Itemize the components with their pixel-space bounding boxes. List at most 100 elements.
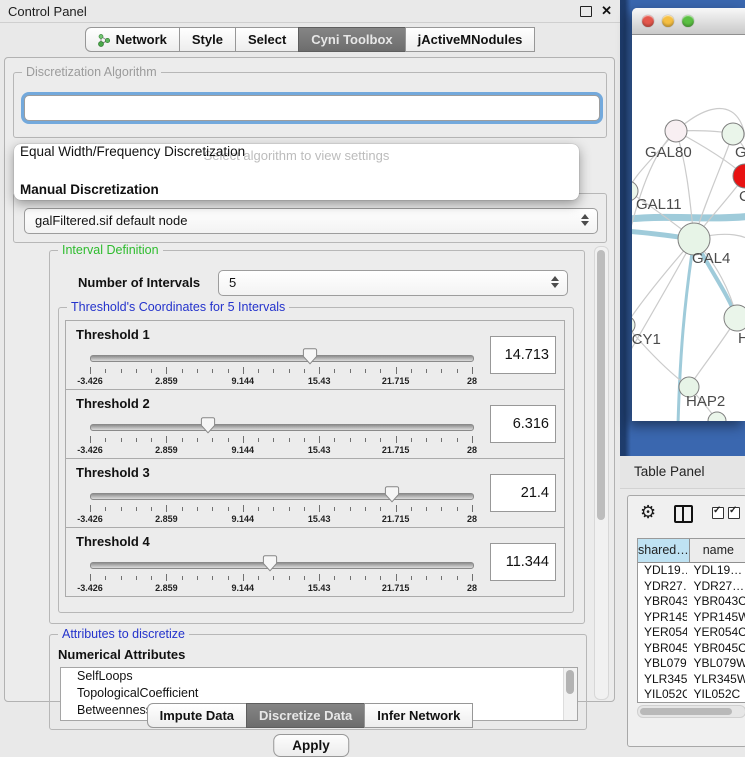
threshold-label: Threshold 3 xyxy=(76,465,150,480)
slider-tick-labels: -3.4262.8599.14415.4321.71528 xyxy=(90,583,472,594)
slider-thumb[interactable] xyxy=(262,555,277,572)
table-row[interactable]: YER054C YER054C xyxy=(638,625,745,641)
float-window-icon[interactable] xyxy=(580,6,592,17)
node-label: GCY1 xyxy=(632,331,661,348)
table-cell: YER054C xyxy=(638,625,687,641)
column-header-shared[interactable]: shared… xyxy=(638,539,690,562)
apply-button[interactable]: Apply xyxy=(273,734,349,757)
top-tab-label: Style xyxy=(192,32,223,47)
bottom-tab[interactable]: Infer Network xyxy=(364,703,473,728)
table-cell: YDL19… xyxy=(638,563,687,579)
table-data-group: Table Data galFiltered.sif default node xyxy=(13,193,607,243)
attribute-item[interactable]: SelfLoops xyxy=(61,668,577,685)
slider-thumb[interactable] xyxy=(201,417,216,434)
network-node[interactable] xyxy=(708,412,726,421)
algorithm-group: Discretization Algorithm xyxy=(13,72,607,138)
slider-thumb[interactable] xyxy=(384,486,399,503)
network-edge xyxy=(694,134,733,239)
table-panel-bar: Table Panel xyxy=(620,456,745,489)
top-tab-label: Select xyxy=(248,32,286,47)
traffic-light-button[interactable] xyxy=(662,15,674,27)
table-row[interactable]: YPR145W YPR145W xyxy=(638,610,745,626)
threshold-value-field[interactable]: 21.4 xyxy=(490,474,556,512)
network-graph: GAL80GACGAL11GAL4GCY1HHAP2 xyxy=(632,35,745,421)
attributes-group-label: Attributes to discretize xyxy=(58,627,189,641)
close-icon[interactable]: ✕ xyxy=(601,3,612,19)
top-tab-label: Network xyxy=(116,32,167,47)
top-tab[interactable]: Network xyxy=(85,27,180,52)
bottom-tab[interactable]: Discretize Data xyxy=(246,703,365,728)
threshold-label: Threshold 2 xyxy=(76,396,150,411)
algorithm-option[interactable]: Equal Width/Frequency Discretization xyxy=(20,144,245,159)
threshold-value-field[interactable]: 6.316 xyxy=(490,405,556,443)
check-glyph: ✓ xyxy=(713,505,721,516)
slider-tick-labels: -3.4262.8599.14415.4321.71528 xyxy=(90,514,472,525)
table-cell: YBR045C xyxy=(687,641,745,657)
attribute-item[interactable]: TopologicalCoefficient xyxy=(61,685,577,702)
threshold-row: Threshold 1 -3.4262.8599.14415.4321.7152… xyxy=(65,320,565,390)
panel-title: Control Panel xyxy=(8,4,87,19)
table-row[interactable]: YLR345W YLR345W xyxy=(638,672,745,688)
traffic-light-button[interactable] xyxy=(682,15,694,27)
threshold-slider[interactable]: -3.4262.8599.14415.4321.71528 xyxy=(90,485,472,525)
num-intervals-combobox[interactable]: 5 xyxy=(218,270,568,296)
table-row[interactable]: YDR27… YDR27… xyxy=(638,579,745,595)
panel-scrollbar[interactable] xyxy=(594,246,609,700)
table-row[interactable]: YBR045C YBR045C xyxy=(638,641,745,657)
bottom-tab-label: Impute Data xyxy=(160,708,234,723)
combo-arrows-icon xyxy=(581,214,589,226)
top-tab[interactable]: Cyni Toolbox xyxy=(298,27,405,52)
traffic-light-button[interactable] xyxy=(642,15,654,27)
control-panel-titlebar: Control Panel ✕ xyxy=(0,0,620,23)
table-row[interactable]: YBR043C YBR043C xyxy=(638,594,745,610)
table-hscrollbar[interactable] xyxy=(637,705,745,718)
split-columns-icon[interactable] xyxy=(674,505,693,523)
top-tab[interactable]: Select xyxy=(235,27,299,52)
threshold-value-field[interactable]: 14.713 xyxy=(490,336,556,374)
num-intervals-label: Number of Intervals xyxy=(78,275,200,290)
table-data-combobox[interactable]: galFiltered.sif default node xyxy=(24,208,598,234)
threshold-slider[interactable]: -3.4262.8599.14415.4321.71528 xyxy=(90,554,472,594)
table-row[interactable]: YDL19… YDL19… xyxy=(638,563,745,579)
bottom-tab-label: Infer Network xyxy=(377,708,460,723)
table-row[interactable]: YIL052C YIL052C xyxy=(638,687,745,703)
top-tab[interactable]: jActiveMNodules xyxy=(405,27,536,52)
table-cell: YBR043C xyxy=(638,594,687,610)
table-row[interactable]: YBL079W YBL079W xyxy=(638,656,745,672)
table-cell: YDL19… xyxy=(687,563,745,579)
network-node[interactable] xyxy=(722,123,744,145)
threshold-value-field[interactable]: 11.344 xyxy=(490,543,556,581)
network-canvas[interactable]: GAL80GACGAL11GAL4GCY1HHAP2 xyxy=(632,35,745,421)
node-label: GAL4 xyxy=(692,250,730,267)
panel-scrollbar-thumb[interactable] xyxy=(597,250,605,520)
thresholds-group-label: Threshold's Coordinates for 5 Intervals xyxy=(67,300,289,314)
gear-icon[interactable]: ⚙ xyxy=(640,502,656,523)
table-cell: YER054C xyxy=(687,625,745,641)
list-scrollbar-thumb[interactable] xyxy=(566,670,574,694)
top-tab[interactable]: Style xyxy=(179,27,236,52)
column-header-name[interactable]: name xyxy=(690,539,745,562)
threshold-label: Threshold 4 xyxy=(76,534,150,549)
threshold-slider[interactable]: -3.4262.8599.14415.4321.71528 xyxy=(90,416,472,456)
checkbox-icon[interactable]: ✓ xyxy=(728,507,740,519)
network-window: GAL80GACGAL11GAL4GCY1HHAP2 xyxy=(632,8,745,421)
thresholds-group: Threshold's Coordinates for 5 Intervals … xyxy=(58,307,574,613)
checkbox-icon[interactable]: ✓ xyxy=(712,507,724,519)
network-edge xyxy=(632,216,745,220)
table-cell: YLR345W xyxy=(638,672,687,688)
table-hscrollbar-thumb[interactable] xyxy=(640,708,732,715)
network-icon xyxy=(98,33,111,47)
node-label: C xyxy=(739,188,745,205)
network-node[interactable] xyxy=(665,120,687,142)
bottom-tab[interactable]: Impute Data xyxy=(147,703,247,728)
table-cell: YBL079W xyxy=(638,656,687,672)
numerical-attributes-label: Numerical Attributes xyxy=(58,647,185,662)
interval-group-label: Interval Definition xyxy=(58,243,163,257)
node-label: GAL11 xyxy=(636,196,682,213)
algorithm-combobox[interactable] xyxy=(24,95,600,121)
slider-thumb[interactable] xyxy=(303,348,318,365)
threshold-slider[interactable]: -3.4262.8599.14415.4321.71528 xyxy=(90,347,472,387)
table-cell: YDR27… xyxy=(638,579,687,595)
network-node[interactable] xyxy=(724,305,745,331)
algorithm-option[interactable]: Manual Discretization xyxy=(20,182,159,197)
